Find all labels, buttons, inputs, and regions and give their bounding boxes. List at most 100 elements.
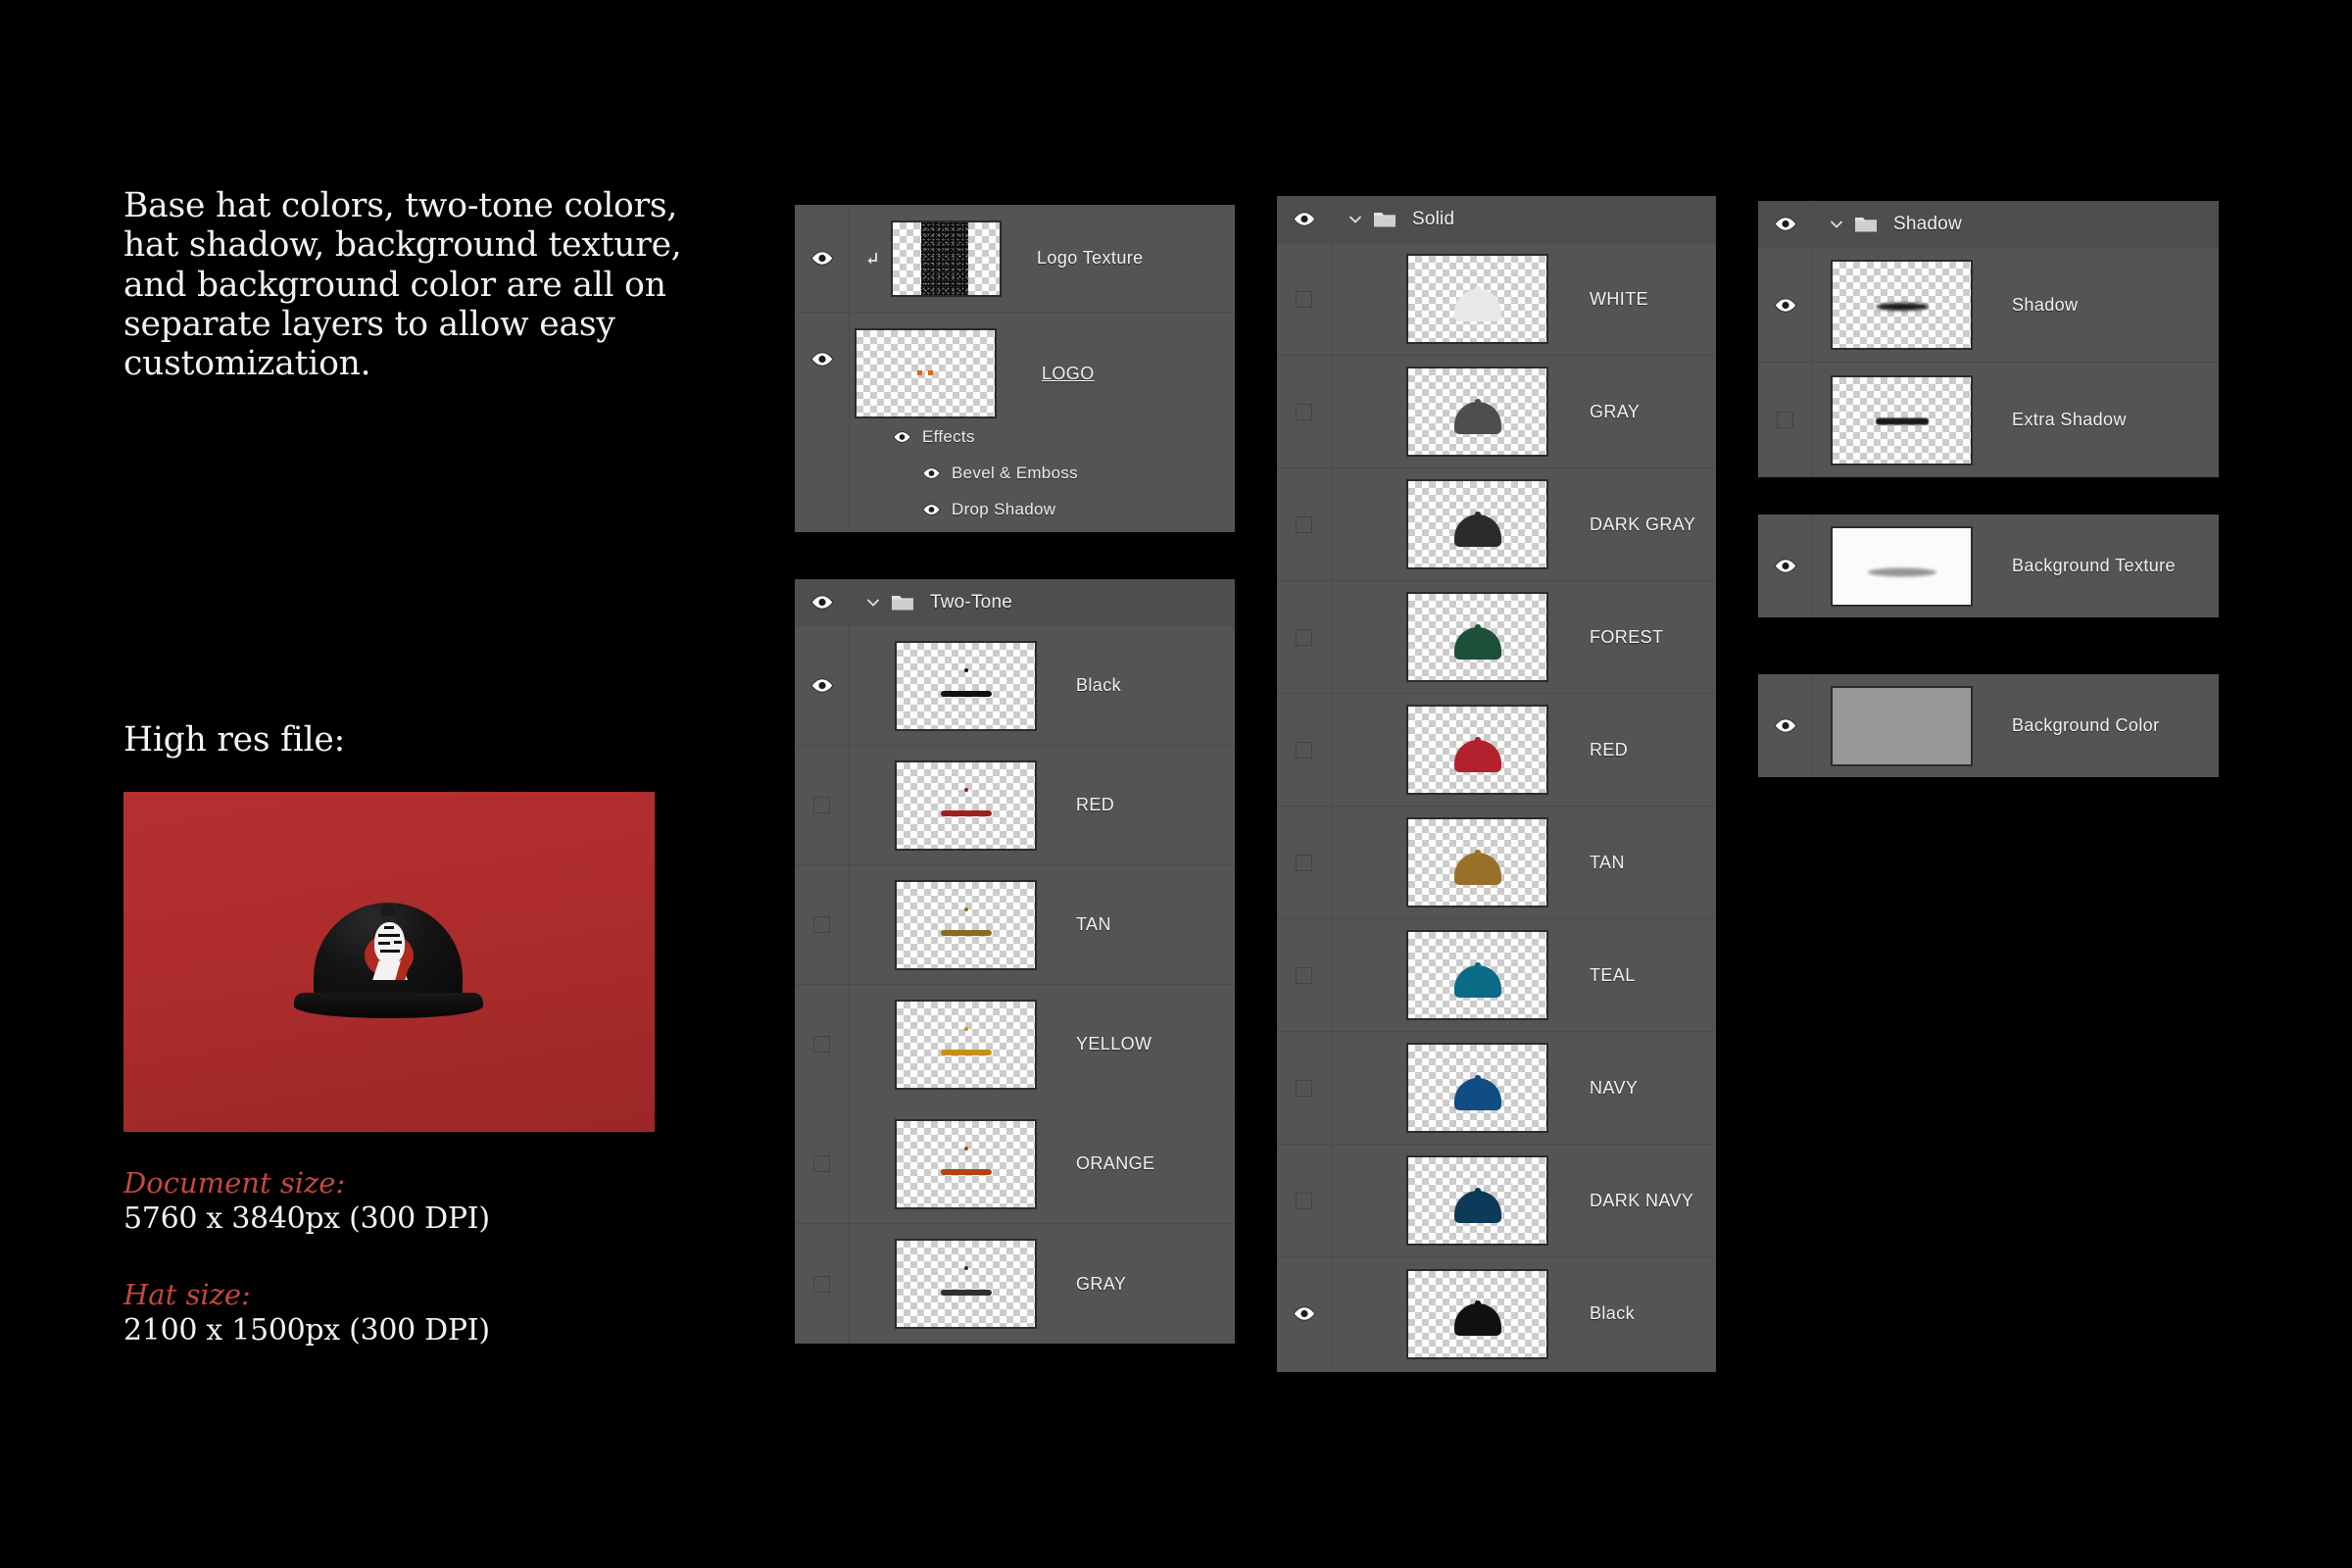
- layer-effect-drop-shadow[interactable]: Drop Shadow: [850, 491, 1235, 527]
- visibility-toggle-two-tone-tan[interactable]: [795, 865, 850, 984]
- layer-name-solid-white: WHITE: [1590, 288, 1648, 309]
- hat-logo: [361, 920, 417, 981]
- eye-icon: [1774, 559, 1796, 573]
- visibility-toggle-background-texture[interactable]: [1758, 514, 1813, 617]
- visibility-toggle-two-tone-red[interactable]: [795, 746, 850, 864]
- intro-paragraph: Base hat colors, two-tone colors, hat sh…: [123, 186, 682, 384]
- layer-thumbnail-solid-tan: [1406, 817, 1548, 907]
- layer-thumbnail-logo: [855, 328, 997, 418]
- layer-name-solid-forest: FOREST: [1590, 626, 1664, 647]
- layer-thumbnail-shadow-shadow: [1831, 260, 1973, 350]
- layer-thumbnail-background-texture: [1831, 525, 1973, 607]
- hat-crown-mark: [1453, 739, 1501, 772]
- layer-row-solid-navy[interactable]: NAVY: [1277, 1032, 1716, 1145]
- hat-preview-image: [123, 792, 655, 1132]
- visibility-toggle-solid-group[interactable]: [1277, 196, 1332, 242]
- visibility-toggle-solid-black[interactable]: [1277, 1257, 1332, 1370]
- visibility-toggle-shadow-extra-shadow[interactable]: [1758, 363, 1813, 477]
- layer-group-name-solid: Solid: [1412, 208, 1455, 229]
- visibility-toggle-solid-gray[interactable]: [1277, 356, 1332, 467]
- layer-row-logo[interactable]: LOGO Effects Bevel & Emboss Drop Shadow: [795, 313, 1235, 531]
- visibility-toggle-two-tone-black[interactable]: [795, 626, 850, 745]
- layer-row-logo-texture[interactable]: Logo Texture: [795, 205, 1235, 313]
- hat-brim-mark: [940, 691, 992, 698]
- visibility-toggle-background-color[interactable]: [1758, 674, 1813, 777]
- layer-row-two-tone-yellow[interactable]: YELLOW: [795, 985, 1235, 1104]
- hidden-layer-box: [1296, 515, 1312, 533]
- high-res-heading: High res file:: [123, 720, 346, 760]
- hidden-layer-box: [1296, 966, 1312, 984]
- visibility-toggle-two-tone-orange[interactable]: [795, 1104, 850, 1223]
- layer-row-solid-white[interactable]: WHITE: [1277, 243, 1716, 356]
- layer-row-two-tone-red[interactable]: RED: [795, 746, 1235, 865]
- hat-button-mark: [963, 667, 968, 672]
- chevron-down-icon[interactable]: [865, 595, 881, 611]
- layer-name-solid-teal: TEAL: [1590, 964, 1636, 985]
- layer-group-header-solid[interactable]: Solid: [1277, 196, 1716, 243]
- visibility-toggle-solid-dark-gray[interactable]: [1277, 468, 1332, 580]
- layer-row-two-tone-black[interactable]: Black: [795, 626, 1235, 746]
- visibility-toggle-solid-teal[interactable]: [1277, 919, 1332, 1031]
- layer-thumbnail-two-tone-yellow: [895, 999, 1037, 1090]
- layer-row-two-tone-gray[interactable]: GRAY: [795, 1224, 1235, 1344]
- visibility-toggle-solid-dark-navy[interactable]: [1277, 1145, 1332, 1256]
- hat-crown-mark: [1453, 1303, 1501, 1337]
- layer-row-background-color[interactable]: Background Color: [1758, 674, 2219, 777]
- layer-list-shadow: Shadow Extra Shadow: [1758, 248, 2219, 477]
- layer-thumbnail-two-tone-red: [895, 760, 1037, 851]
- layer-name-shadow-extra-shadow: Extra Shadow: [2012, 410, 2127, 429]
- logo-detail-1: [378, 934, 400, 938]
- hat-brim: [294, 993, 483, 1019]
- layer-thumbnail-two-tone-tan: [895, 879, 1037, 970]
- logo-detail-3: [394, 941, 402, 945]
- chevron-down-icon[interactable]: [1829, 217, 1844, 232]
- visibility-toggle-logo-texture[interactable]: [795, 205, 850, 312]
- layer-name-background-color: Background Color: [2012, 715, 2160, 735]
- visibility-toggle-solid-tan[interactable]: [1277, 807, 1332, 918]
- layer-group-header-two-tone[interactable]: Two-Tone: [795, 579, 1235, 626]
- layer-row-background-texture[interactable]: Background Texture: [1758, 514, 2219, 617]
- layer-row-shadow-shadow[interactable]: Shadow: [1758, 248, 2219, 363]
- layer-row-solid-teal[interactable]: TEAL: [1277, 919, 1716, 1032]
- layer-thumbnail-background-color: [1831, 685, 1973, 766]
- layer-effects-toggle[interactable]: Effects: [850, 418, 1235, 455]
- hat-size-value: 2100 x 1500px (300 DPI): [123, 1313, 490, 1348]
- texture-fill: [1833, 527, 1971, 605]
- layer-row-solid-gray[interactable]: GRAY: [1277, 356, 1716, 468]
- layer-thumbnail-solid-white: [1406, 254, 1548, 344]
- layer-row-solid-forest[interactable]: FOREST: [1277, 581, 1716, 694]
- layer-row-solid-black[interactable]: Black: [1277, 1257, 1716, 1370]
- hat-button-mark: [963, 1026, 968, 1031]
- visibility-toggle-two-tone-group[interactable]: [795, 579, 850, 625]
- hidden-layer-box: [1296, 403, 1312, 420]
- layer-row-solid-dark-gray[interactable]: DARK GRAY: [1277, 468, 1716, 581]
- visibility-toggle-shadow-group[interactable]: [1758, 201, 1813, 247]
- layer-row-solid-tan[interactable]: TAN: [1277, 807, 1716, 919]
- hat-crown-mark: [1453, 964, 1501, 998]
- layer-row-two-tone-orange[interactable]: ORANGE: [795, 1104, 1235, 1224]
- layer-list-two-tone: Black RED TAN YELLOW ORANGE GRAY: [795, 626, 1235, 1344]
- layer-name-logo-texture: Logo Texture: [1037, 248, 1144, 268]
- layer-effect-bevel-emboss[interactable]: Bevel & Emboss: [850, 455, 1235, 491]
- hat-crown-mark: [1453, 1190, 1501, 1223]
- eye-icon: [810, 352, 833, 367]
- visibility-toggle-shadow-shadow[interactable]: [1758, 248, 1813, 362]
- chevron-down-icon[interactable]: [1348, 212, 1363, 227]
- layer-thumbnail-two-tone-orange: [895, 1118, 1037, 1209]
- layer-row-two-tone-tan[interactable]: TAN: [795, 865, 1235, 985]
- layer-row-shadow-extra-shadow[interactable]: Extra Shadow: [1758, 363, 2219, 477]
- visibility-toggle-solid-navy[interactable]: [1277, 1032, 1332, 1144]
- layer-group-header-shadow[interactable]: Shadow: [1758, 201, 2219, 248]
- visibility-toggle-two-tone-yellow[interactable]: [795, 985, 850, 1103]
- visibility-toggle-solid-white[interactable]: [1277, 243, 1332, 355]
- texture-shadow: [1867, 567, 1936, 577]
- layer-row-solid-red[interactable]: RED: [1277, 694, 1716, 807]
- visibility-toggle-solid-forest[interactable]: [1277, 581, 1332, 693]
- layer-thumbnail-two-tone-black: [895, 640, 1037, 731]
- layer-name-two-tone-orange: ORANGE: [1076, 1153, 1155, 1173]
- visibility-toggle-logo[interactable]: [795, 313, 850, 531]
- visibility-toggle-solid-red[interactable]: [1277, 694, 1332, 806]
- visibility-toggle-two-tone-gray[interactable]: [795, 1224, 850, 1344]
- layer-row-solid-dark-navy[interactable]: DARK NAVY: [1277, 1145, 1716, 1257]
- hat-button-mark: [963, 906, 968, 911]
